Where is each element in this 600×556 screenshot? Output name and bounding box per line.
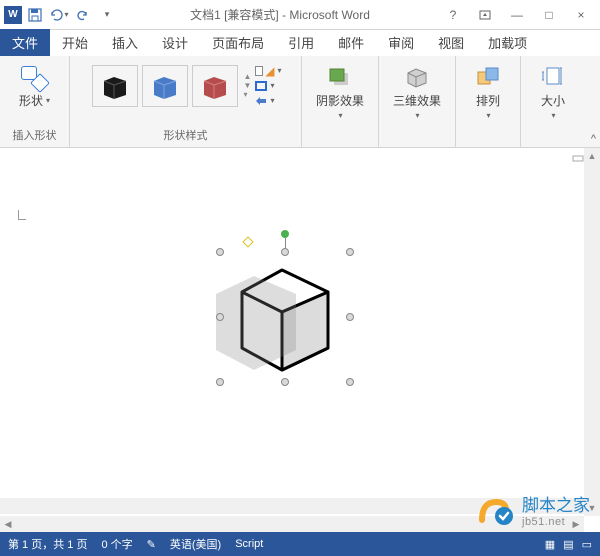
shape-fill-button[interactable]: ◢▾ xyxy=(255,64,281,77)
style-swatch-blue[interactable] xyxy=(142,65,188,107)
tab-references[interactable]: 引用 xyxy=(276,29,326,56)
ruler-toggle[interactable] xyxy=(572,152,584,162)
help-button[interactable]: ? xyxy=(438,4,468,26)
resize-handle-tl[interactable] xyxy=(216,248,224,256)
document-canvas[interactable] xyxy=(0,148,600,514)
style-swatch-black[interactable] xyxy=(92,65,138,107)
style-swatch-red[interactable] xyxy=(192,65,238,107)
page-margin-marker xyxy=(18,210,26,220)
threed-label: 三维效果 xyxy=(393,92,441,109)
window-title: 文档1 [兼容模式] - Microsoft Word xyxy=(122,6,438,23)
resize-handle-tr[interactable] xyxy=(346,248,354,256)
status-language[interactable]: 英语(美国) xyxy=(170,536,221,552)
tab-file[interactable]: 文件 xyxy=(0,29,50,56)
resize-handle-t[interactable] xyxy=(281,248,289,256)
shadow-icon xyxy=(325,64,355,90)
threed-effects-button[interactable]: 三维效果▾ xyxy=(387,60,447,124)
quick-access-toolbar: W ▾ ▾ xyxy=(0,4,122,26)
status-bar: 第 1 页，共 1 页 0 个字 ✎ 英语(美国) Script ▦ ▤ ▭ xyxy=(0,532,600,556)
view-read-mode-button[interactable]: ▤ xyxy=(563,538,573,551)
qat-more-button[interactable]: ▾ xyxy=(96,4,118,26)
arrange-icon xyxy=(473,64,503,90)
resize-handle-b[interactable] xyxy=(281,378,289,386)
group-insert-shapes: 形状▾ 插入形状 xyxy=(0,56,70,147)
shape-outline-button[interactable]: ▾ xyxy=(255,79,281,92)
selected-shape-cube[interactable] xyxy=(220,252,350,382)
scroll-left-button[interactable]: ◀ xyxy=(0,516,16,532)
shapes-icon xyxy=(21,66,49,90)
tab-layout[interactable]: 页面布局 xyxy=(200,29,276,56)
group-shadow: 阴影效果▾ xyxy=(302,56,379,147)
watermark: 脚本之家 jb51.net xyxy=(476,491,590,528)
shapes-gallery-button[interactable]: 形状▾ xyxy=(13,60,57,109)
cube-icon xyxy=(402,64,432,90)
resize-handle-bl[interactable] xyxy=(216,378,224,386)
view-print-layout-button[interactable]: ▦ xyxy=(545,538,555,551)
group-shape-styles: ▲▼▾ ◢▾ ▾ ▾ 形状样式 xyxy=(70,56,302,147)
undo-button[interactable]: ▾ xyxy=(48,4,70,26)
group-arrange: 排列▾ xyxy=(456,56,521,147)
title-bar: W ▾ ▾ 文档1 [兼容模式] - Microsoft Word ? — □ … xyxy=(0,0,600,30)
tab-review[interactable]: 审阅 xyxy=(376,29,426,56)
scroll-up-button[interactable]: ▲ xyxy=(584,148,600,164)
ribbon-display-button[interactable] xyxy=(470,4,500,26)
tab-view[interactable]: 视图 xyxy=(426,29,476,56)
tab-mailings[interactable]: 邮件 xyxy=(326,29,376,56)
arrange-label: 排列 xyxy=(476,92,500,109)
resize-handle-br[interactable] xyxy=(346,378,354,386)
redo-button[interactable] xyxy=(72,4,94,26)
shapes-label: 形状 xyxy=(19,92,43,109)
word-app-icon[interactable]: W xyxy=(4,6,22,24)
adjustment-handle[interactable] xyxy=(242,236,253,247)
shape-style-gallery[interactable] xyxy=(88,61,242,111)
resize-handle-l[interactable] xyxy=(216,313,224,321)
group-3d: 三维效果▾ xyxy=(379,56,456,147)
watermark-text: 脚本之家 xyxy=(522,491,590,516)
resize-handle-r[interactable] xyxy=(346,313,354,321)
shadow-label: 阴影效果 xyxy=(316,92,364,109)
arrange-button[interactable]: 排列▾ xyxy=(464,60,512,124)
watermark-url: jb51.net xyxy=(522,516,590,528)
group-label-insert-shapes: 插入形状 xyxy=(13,125,57,145)
close-button[interactable]: × xyxy=(566,4,596,26)
size-icon xyxy=(538,64,568,90)
change-shape-button[interactable]: ▾ xyxy=(255,94,281,107)
tab-design[interactable]: 设计 xyxy=(150,29,200,56)
status-right-controls: ▦ ▤ ▭ xyxy=(545,538,592,551)
tab-insert[interactable]: 插入 xyxy=(100,29,150,56)
ribbon: 形状▾ 插入形状 ▲▼▾ ◢▾ ▾ ▾ 形状样式 阴影效果▾ xyxy=(0,56,600,148)
tab-home[interactable]: 开始 xyxy=(50,29,100,56)
group-size: 大小▾ xyxy=(521,56,585,147)
size-button[interactable]: 大小▾ xyxy=(529,60,577,124)
size-label: 大小 xyxy=(541,92,565,109)
status-script[interactable]: Script xyxy=(235,538,263,550)
shadow-effects-button[interactable]: 阴影效果▾ xyxy=(310,60,370,124)
save-button[interactable] xyxy=(24,4,46,26)
ribbon-tabs: 文件 开始 插入 设计 页面布局 引用 邮件 审阅 视图 加载项 xyxy=(0,30,600,56)
status-word-count[interactable]: 0 个字 xyxy=(101,536,132,552)
shape-format-buttons: ◢▾ ▾ ▾ xyxy=(253,60,283,111)
maximize-button[interactable]: □ xyxy=(534,4,564,26)
cube-shadow xyxy=(196,258,316,378)
group-label-shape-styles: 形状样式 xyxy=(164,125,208,145)
minimize-button[interactable]: — xyxy=(502,4,532,26)
rotation-handle[interactable] xyxy=(281,230,289,238)
proofing-icon[interactable]: ✎ xyxy=(147,538,156,551)
status-page[interactable]: 第 1 页，共 1 页 xyxy=(8,536,87,552)
watermark-logo-icon xyxy=(476,492,516,528)
tab-addins[interactable]: 加载项 xyxy=(476,29,539,56)
view-web-layout-button[interactable]: ▭ xyxy=(582,538,592,551)
gallery-scroll[interactable]: ▲▼▾ xyxy=(242,63,254,109)
vertical-scrollbar[interactable]: ▲ ▼ xyxy=(584,148,600,516)
window-controls: ? — □ × xyxy=(438,4,600,26)
collapse-ribbon-button[interactable]: ^ xyxy=(591,133,596,145)
